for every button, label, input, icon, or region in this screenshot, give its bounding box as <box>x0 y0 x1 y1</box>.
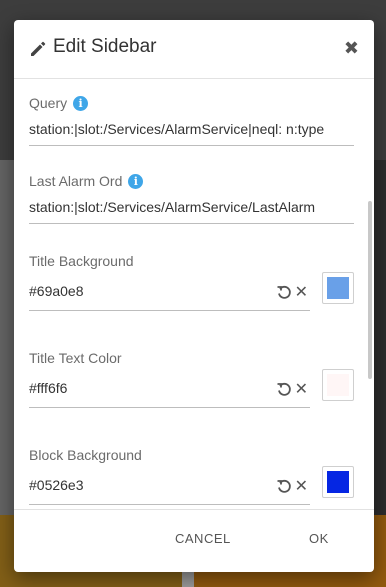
block-background-label: Block Background <box>29 447 142 463</box>
dialog-footer: CANCEL OK <box>14 509 374 572</box>
dialog-body[interactable]: Query i station:|slot:/Services/AlarmSer… <box>14 79 374 511</box>
cancel-button[interactable]: CANCEL <box>175 531 231 546</box>
query-field: Query i station:|slot:/Services/AlarmSer… <box>29 95 354 146</box>
title-text-color-label: Title Text Color <box>29 350 122 366</box>
last-alarm-ord-field: Last Alarm Ord i station:|slot:/Services… <box>29 173 354 224</box>
last-alarm-ord-label: Last Alarm Ord <box>29 173 123 189</box>
title-text-color-input[interactable]: #fff6f6 ✕ <box>29 376 310 408</box>
query-label: Query <box>29 95 68 111</box>
title-background-row: #69a0e8 ✕ <box>29 272 354 311</box>
block-background-swatch[interactable] <box>322 466 354 498</box>
clear-icon[interactable]: ✕ <box>295 282 308 302</box>
reset-icon[interactable] <box>276 284 292 300</box>
title-text-color-value: #fff6f6 <box>29 380 68 396</box>
title-text-color-field: Title Text Color #fff6f6 ✕ <box>29 350 354 408</box>
pencil-icon <box>31 41 46 56</box>
block-background-value: #0526e3 <box>29 477 84 493</box>
title-background-label: Title Background <box>29 253 134 269</box>
info-icon[interactable]: i <box>73 95 89 111</box>
title-background-value: #69a0e8 <box>29 283 84 299</box>
swatch-fill <box>327 471 349 493</box>
title-background-field: Title Background #69a0e8 ✕ <box>29 253 354 311</box>
dialog-title: Edit Sidebar <box>53 36 157 57</box>
reset-icon[interactable] <box>276 478 292 494</box>
title-background-input[interactable]: #69a0e8 ✕ <box>29 279 310 311</box>
block-background-input[interactable]: #0526e3 ✕ <box>29 473 310 505</box>
title-text-color-row: #fff6f6 ✕ <box>29 369 354 408</box>
title-background-swatch[interactable] <box>322 272 354 304</box>
ok-button[interactable]: OK <box>309 531 329 546</box>
info-icon[interactable]: i <box>128 173 144 189</box>
last-alarm-ord-input[interactable]: station:|slot:/Services/AlarmService/Las… <box>29 199 354 224</box>
title-text-color-swatch[interactable] <box>322 369 354 401</box>
dialog-header: Edit Sidebar ✖ <box>14 20 374 79</box>
block-background-row: #0526e3 ✕ <box>29 466 354 505</box>
swatch-fill <box>327 374 349 396</box>
block-background-field: Block Background #0526e3 ✕ <box>29 447 354 505</box>
reset-icon[interactable] <box>276 381 292 397</box>
clear-icon[interactable]: ✕ <box>295 379 308 399</box>
clear-icon[interactable]: ✕ <box>295 476 308 496</box>
dialog-scrollbar[interactable] <box>368 201 372 379</box>
swatch-fill <box>327 277 349 299</box>
query-input[interactable]: station:|slot:/Services/AlarmService|neq… <box>29 121 354 146</box>
query-label-row: Query i <box>29 95 354 111</box>
edit-sidebar-dialog: Edit Sidebar ✖ Query i station:|slot:/Se… <box>14 20 374 572</box>
last-alarm-ord-label-row: Last Alarm Ord i <box>29 173 354 189</box>
close-icon[interactable]: ✖ <box>344 38 359 59</box>
